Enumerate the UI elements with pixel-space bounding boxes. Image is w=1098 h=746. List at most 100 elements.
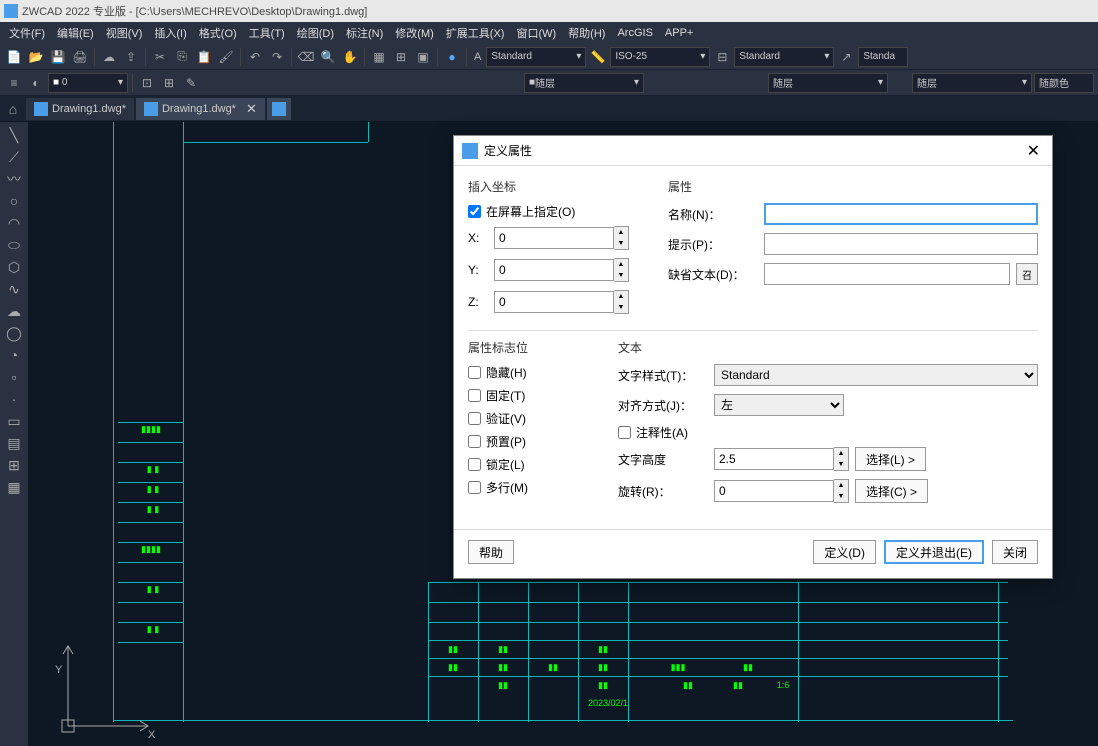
line-icon[interactable]: ╲ [4, 126, 24, 144]
x-input[interactable]: ▲▼ [494, 226, 629, 250]
point-icon[interactable]: · [4, 390, 24, 408]
linetype-combo[interactable]: 随层▾ [768, 73, 888, 93]
paste-icon[interactable]: 📋 [194, 47, 214, 67]
block-icon[interactable]: ▫ [4, 368, 24, 386]
tab-drawing1-active[interactable]: Drawing1.dwg* ✕ [136, 98, 265, 120]
close-icon[interactable]: ✕ [246, 101, 257, 117]
cloud-icon[interactable]: ☁ [4, 302, 24, 320]
lineweight-combo[interactable]: 随层▾ [912, 73, 1032, 93]
prompt-label: 提示(P)： [668, 236, 758, 253]
define-exit-button[interactable]: 定义并退出(E) [884, 540, 984, 564]
menu-item[interactable]: 绘图(D) [292, 23, 339, 43]
color-combo[interactable]: ■ 随层▾ [524, 73, 644, 93]
erase-icon[interactable]: ⌫ [296, 47, 316, 67]
define-button[interactable]: 定义(D) [813, 540, 876, 564]
block-icon[interactable]: ▣ [413, 47, 433, 67]
print-icon[interactable]: 🖨 [70, 47, 90, 67]
donut-icon[interactable]: ◯ [4, 324, 24, 342]
plot-color-combo[interactable]: 随颜色 [1034, 73, 1094, 93]
copy-icon[interactable]: ⎘ [172, 47, 192, 67]
zoom-icon[interactable]: 🔍 [318, 47, 338, 67]
block-create-icon[interactable]: ⊞ [159, 73, 179, 93]
tab-new[interactable] [267, 98, 291, 120]
menu-item[interactable]: 窗口(W) [511, 23, 561, 43]
table-style-combo[interactable]: Standard▾ [734, 47, 834, 67]
open-icon[interactable]: 📂 [26, 47, 46, 67]
insert-field-button[interactable]: 召 [1016, 263, 1038, 285]
grid-icon[interactable]: ▦ [369, 47, 389, 67]
polygon-icon[interactable]: ⬡ [4, 258, 24, 276]
align-select[interactable]: 左 [714, 394, 844, 416]
flag-preset-checkbox[interactable]: 预置(P) [468, 433, 598, 450]
save-icon[interactable]: 💾 [48, 47, 68, 67]
other-combo[interactable]: Standa [858, 47, 908, 67]
menu-item[interactable]: 格式(O) [194, 23, 242, 43]
pline-icon[interactable]: 〰 [4, 170, 24, 188]
new-icon[interactable]: 📄 [4, 47, 24, 67]
tab-drawing1-inactive[interactable]: Drawing1.dwg* [26, 98, 134, 120]
menu-item[interactable]: 修改(M) [390, 23, 439, 43]
table-style-icon[interactable]: ⊟ [712, 47, 732, 67]
specify-onscreen-checkbox[interactable]: 在屏幕上指定(O) [468, 203, 648, 220]
menu-item[interactable]: APP+ [660, 25, 698, 41]
dialog-titlebar[interactable]: 定义属性 ✕ [454, 136, 1052, 166]
arc-icon[interactable]: ◠ [4, 214, 24, 232]
menu-item[interactable]: 帮助(H) [563, 23, 610, 43]
menu-item[interactable]: 视图(V) [101, 23, 148, 43]
circle-icon[interactable]: ○ [4, 192, 24, 210]
z-input[interactable]: ▲▼ [494, 290, 629, 314]
flag-hidden-checkbox[interactable]: 隐藏(H) [468, 364, 598, 381]
block-edit-icon[interactable]: ✎ [181, 73, 201, 93]
hatch-icon[interactable]: ▤ [4, 434, 24, 452]
redo-icon[interactable]: ↷ [267, 47, 287, 67]
prompt-input[interactable] [764, 233, 1038, 255]
revcloud-icon[interactable]: ◔ [4, 346, 24, 364]
menu-item[interactable]: 插入(I) [149, 23, 191, 43]
tab-home-icon[interactable]: ⌂ [2, 100, 24, 118]
close-icon[interactable]: ✕ [1023, 141, 1044, 161]
menu-item[interactable]: ArcGIS [612, 25, 657, 41]
close-button[interactable]: 关闭 [992, 540, 1038, 564]
prop-icon[interactable]: ● [442, 47, 462, 67]
select-rotate-button[interactable]: 选择(C) > [855, 479, 928, 503]
flag-lock-checkbox[interactable]: 锁定(L) [468, 456, 598, 473]
style-select[interactable]: Standard [714, 364, 1038, 386]
spline-icon[interactable]: ∿ [4, 280, 24, 298]
menu-item[interactable]: 编辑(E) [52, 23, 99, 43]
flag-verify-checkbox[interactable]: 验证(V) [468, 410, 598, 427]
dim-style-combo[interactable]: ISO-25▾ [610, 47, 710, 67]
help-button[interactable]: 帮助 [468, 540, 514, 564]
pan-icon[interactable]: ✋ [340, 47, 360, 67]
select-height-button[interactable]: 选择(L) > [855, 447, 926, 471]
cloud-icon[interactable]: ☁ [99, 47, 119, 67]
menu-item[interactable]: 文件(F) [4, 23, 50, 43]
layer-state-icon[interactable]: ◐ [26, 73, 46, 93]
undo-icon[interactable]: ↶ [245, 47, 265, 67]
cut-icon[interactable]: ✂ [150, 47, 170, 67]
text-icon[interactable]: ⊞ [4, 456, 24, 474]
height-input[interactable]: ▲▼ [714, 447, 849, 471]
ellipse-icon[interactable]: ⬭ [4, 236, 24, 254]
block-insert-icon[interactable]: ⊡ [137, 73, 157, 93]
region-icon[interactable]: ▦ [4, 478, 24, 496]
menu-item[interactable]: 工具(T) [244, 23, 290, 43]
name-input[interactable] [764, 203, 1038, 225]
text-style-combo[interactable]: Standard▾ [486, 47, 586, 67]
annotative-checkbox[interactable]: 注释性(A) [618, 424, 1038, 441]
flag-multi-checkbox[interactable]: 多行(M) [468, 479, 598, 496]
menu-item[interactable]: 扩展工具(X) [441, 23, 510, 43]
table-icon[interactable]: ⊞ [391, 47, 411, 67]
dim-icon[interactable]: 📏 [588, 47, 608, 67]
flag-fixed-checkbox[interactable]: 固定(T) [468, 387, 598, 404]
rect-icon[interactable]: ▭ [4, 412, 24, 430]
ray-icon[interactable]: ⟋ [4, 148, 24, 166]
rotate-input[interactable]: ▲▼ [714, 479, 849, 503]
match-icon[interactable]: 🖌 [216, 47, 236, 67]
default-input[interactable] [764, 263, 1010, 285]
menu-item[interactable]: 标注(N) [341, 23, 388, 43]
leader-icon[interactable]: ↗ [836, 47, 856, 67]
layer-mgr-icon[interactable]: ≡ [4, 73, 24, 93]
layer-combo[interactable]: ■ 0▾ [48, 73, 128, 93]
share-icon[interactable]: ⇪ [121, 47, 141, 67]
y-input[interactable]: ▲▼ [494, 258, 629, 282]
